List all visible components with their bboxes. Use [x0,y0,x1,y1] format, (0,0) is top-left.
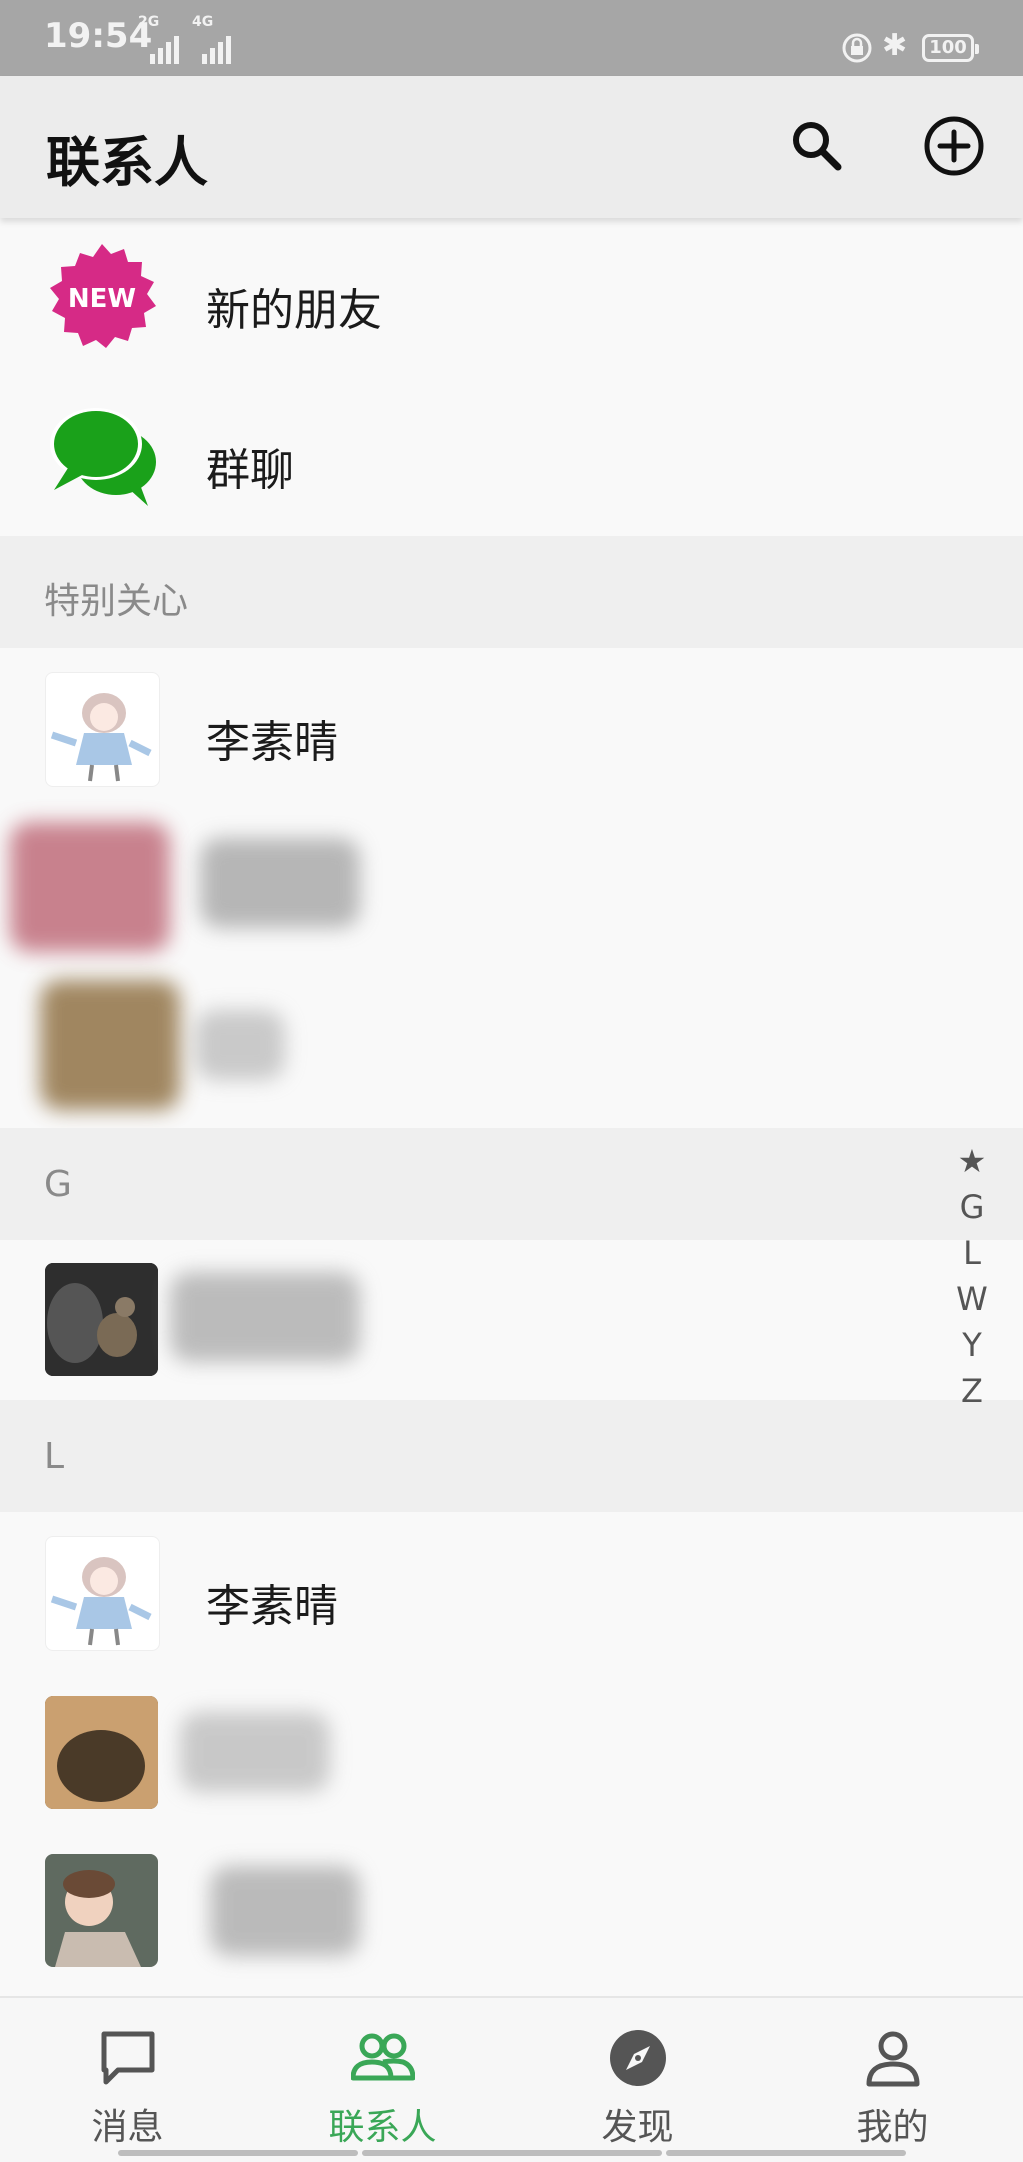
status-time: 19:54 [44,16,153,56]
tab-label: 联系人 [328,2107,437,2148]
avatar [45,1263,158,1376]
tab-contacts[interactable]: 联系人 [255,1998,510,2162]
group-chat-icon [50,408,156,506]
new-badge-text: NEW [68,284,136,314]
contacts-icon [351,2033,415,2081]
signal-icon [202,32,231,64]
compass-icon [610,2030,666,2086]
app-bar: 联系人 [0,76,1023,218]
home-indicator [118,2150,358,2156]
contact-name: 李素晴 [206,1581,338,1632]
status-bar: 19:54 2G 4G ✱ 100 [0,0,1023,76]
tab-messages[interactable]: 消息 [0,1998,255,2162]
bluetooth-icon: ✱ [882,28,908,63]
section-title: G [44,1164,72,1205]
contact-name-redacted [210,1866,360,1956]
battery-icon: 100 [922,34,979,62]
page-title: 联系人 [46,131,208,194]
network-type-2: 4G [192,14,214,30]
contact-item[interactable] [0,1830,1023,1990]
index-l[interactable]: L [950,1230,994,1276]
section-header-l: L [0,1400,1023,1512]
new-friends-item[interactable]: NEW 新的朋友 [0,220,1023,376]
avatar [45,1854,158,1967]
contact-item[interactable] [0,1242,1023,1398]
section-title: 特别关心 [44,581,189,622]
contact-name-redacted [200,838,360,928]
avatar [40,980,180,1110]
avatar [45,672,160,787]
tab-label: 发现 [601,2107,674,2148]
section-title: L [44,1436,65,1477]
index-z[interactable]: Z [950,1368,994,1414]
section-header-g: G [0,1128,1023,1240]
avatar [45,1536,160,1651]
signal-icon [150,32,179,64]
contact-item[interactable] [0,1672,1023,1830]
group-chat-label: 群聊 [206,445,294,496]
profile-icon [866,2031,920,2087]
battery-level: 100 [929,37,967,58]
contact-name-redacted [170,1272,360,1362]
avatar [10,822,170,952]
tab-discover[interactable]: 发现 [510,1998,765,2162]
bottom-tab-bar: 消息 联系人 发现 我的 [0,1996,1023,2162]
search-icon[interactable] [786,116,846,176]
section-header-special: 特别关心 [0,536,1023,648]
contact-item[interactable] [0,970,1023,1126]
tab-profile[interactable]: 我的 [765,1998,1020,2162]
group-chat-item[interactable]: 群聊 [0,380,1023,534]
index-w[interactable]: W [950,1276,994,1322]
tab-label: 消息 [91,2107,164,2148]
network-type-1: 2G [138,14,160,30]
contact-item[interactable]: 李素晴 [0,1514,1023,1672]
contact-name-redacted [195,1010,285,1080]
contact-item[interactable]: 李素晴 [0,650,1023,808]
add-icon[interactable] [922,114,986,178]
message-icon [101,2031,155,2085]
rotation-lock-icon [842,33,872,63]
contact-name: 李素晴 [206,717,338,768]
new-badge-icon: NEW [50,244,156,348]
alphabet-index[interactable]: ★ G L W Y Z [950,1138,994,1414]
contact-item[interactable] [0,808,1023,968]
new-friends-label: 新的朋友 [206,285,382,336]
avatar [45,1696,158,1809]
contact-name-redacted [180,1712,330,1792]
index-g[interactable]: G [950,1184,994,1230]
tab-label: 我的 [856,2107,929,2148]
index-star[interactable]: ★ [950,1138,994,1184]
index-y[interactable]: Y [950,1322,994,1368]
home-indicator [362,2150,662,2156]
home-indicator [666,2150,906,2156]
